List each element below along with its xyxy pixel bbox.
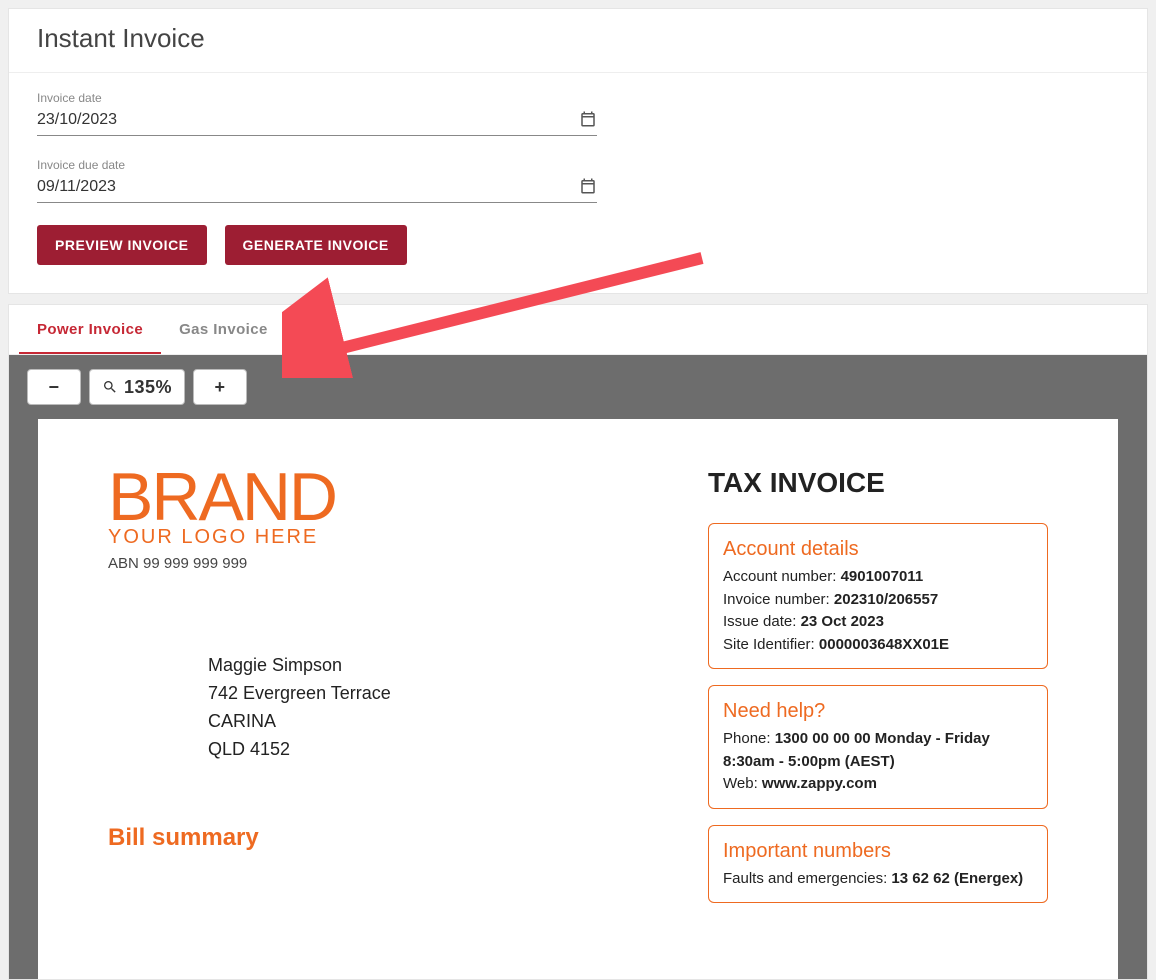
tax-invoice-title: TAX INVOICE [708, 467, 1048, 499]
invoice-due-date-field: Invoice due date [37, 158, 597, 203]
site-id-value: 0000003648XX01E [819, 636, 949, 653]
panel-title: Instant Invoice [9, 9, 1147, 73]
issue-date-value: 23 Oct 2023 [801, 613, 884, 630]
account-number-value: 4901007011 [841, 568, 924, 585]
calendar-icon[interactable] [579, 109, 597, 129]
search-icon [102, 379, 118, 395]
brand-logo: BRAND [108, 467, 668, 528]
tab-gas-invoice[interactable]: Gas Invoice [161, 305, 286, 354]
invoice-due-date-label: Invoice due date [37, 158, 597, 172]
preview-invoice-button[interactable]: PREVIEW INVOICE [37, 225, 207, 265]
invoice-date-field: Invoice date [37, 91, 597, 136]
recipient-suburb: CARINA [208, 708, 668, 736]
account-details-box: Account details Account number: 49010070… [708, 523, 1048, 669]
invoice-page: BRAND YOUR LOGO HERE ABN 99 999 999 999 … [38, 419, 1118, 979]
invoice-due-date-input[interactable] [37, 174, 579, 202]
important-numbers-box: Important numbers Faults and emergencies… [708, 825, 1048, 904]
site-id-label: Site Identifier: [723, 636, 819, 653]
issue-date-label: Issue date: [723, 613, 801, 630]
invoice-date-input[interactable] [37, 107, 579, 135]
bill-summary-heading: Bill summary [108, 824, 668, 852]
account-details-title: Account details [723, 534, 1033, 564]
brand-subline: YOUR LOGO HERE [108, 526, 668, 549]
need-help-box: Need help? Phone: 1300 00 00 00 Monday -… [708, 685, 1048, 809]
help-web-label: Web: [723, 775, 762, 792]
need-help-title: Need help? [723, 696, 1033, 726]
generate-invoice-button[interactable]: GENERATE INVOICE [225, 225, 407, 265]
calendar-icon[interactable] [579, 176, 597, 196]
zoom-level-value: 135% [124, 377, 172, 398]
recipient-state-postcode: QLD 4152 [208, 736, 668, 764]
recipient-address: Maggie Simpson 742 Evergreen Terrace CAR… [208, 652, 668, 764]
invoice-number-value: 202310/206557 [834, 591, 938, 608]
zoom-level-button[interactable]: 135% [89, 369, 185, 405]
invoice-number-label: Invoice number: [723, 591, 834, 608]
help-web-value: www.zappy.com [762, 775, 877, 792]
faults-label: Faults and emergencies: [723, 870, 891, 887]
account-number-label: Account number: [723, 568, 841, 585]
important-numbers-title: Important numbers [723, 836, 1033, 866]
pdf-viewer-stage[interactable]: BRAND YOUR LOGO HERE ABN 99 999 999 999 … [9, 419, 1147, 979]
abn-line: ABN 99 999 999 999 [108, 555, 668, 572]
pdf-viewer-toolbar: − 135% + [9, 355, 1147, 419]
zoom-out-button[interactable]: − [27, 369, 81, 405]
recipient-name: Maggie Simpson [208, 652, 668, 680]
invoice-date-label: Invoice date [37, 91, 597, 105]
invoice-tabs: Power Invoice Gas Invoice [9, 305, 1147, 355]
zoom-in-button[interactable]: + [193, 369, 247, 405]
recipient-street: 742 Evergreen Terrace [208, 680, 668, 708]
faults-value: 13 62 62 (Energex) [891, 870, 1023, 887]
tab-power-invoice[interactable]: Power Invoice [19, 305, 161, 354]
help-phone-label: Phone: [723, 730, 775, 747]
